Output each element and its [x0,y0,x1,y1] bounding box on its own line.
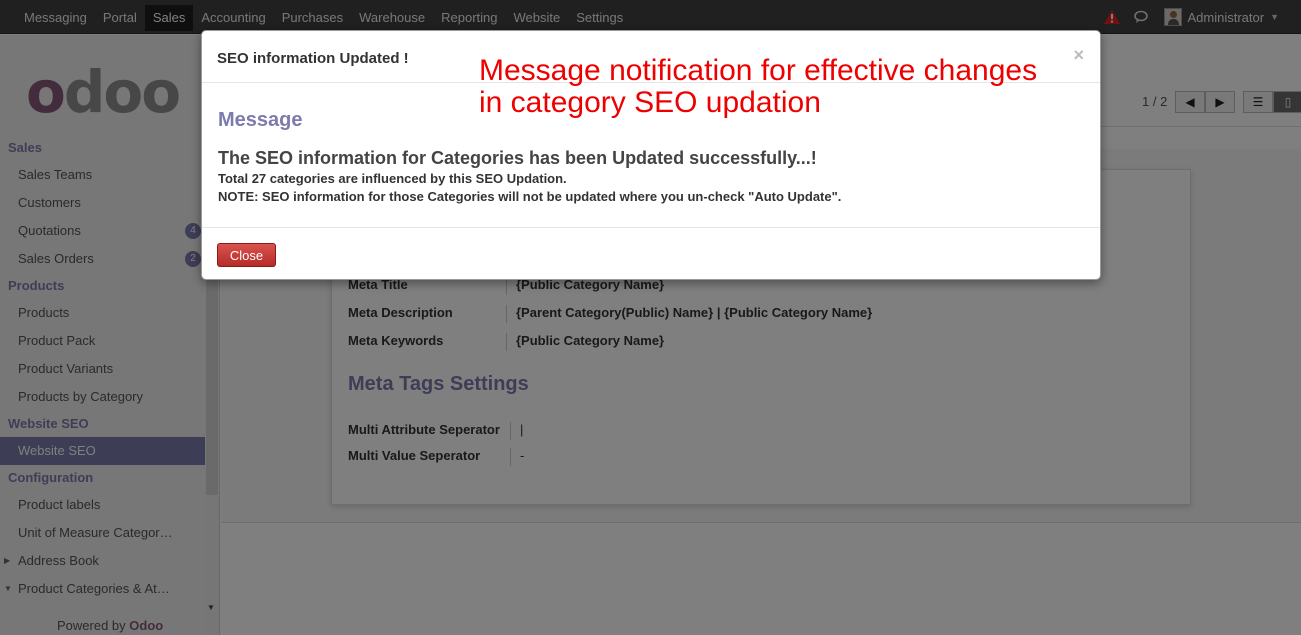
message-heading: Message [218,109,303,131]
dialog-footer: Close [202,227,1100,279]
success-message: The SEO information for Categories has b… [218,148,817,168]
dialog-title: SEO information Updated ! [217,50,409,67]
close-button[interactable]: Close [217,243,276,267]
annotation-text: Message notification for effective chang… [479,54,1038,119]
auto-update-note: NOTE: SEO information for those Categori… [218,189,842,204]
seo-updated-dialog: SEO information Updated ! × Message noti… [201,30,1101,280]
categories-count-note: Total 27 categories are influenced by th… [218,171,567,186]
